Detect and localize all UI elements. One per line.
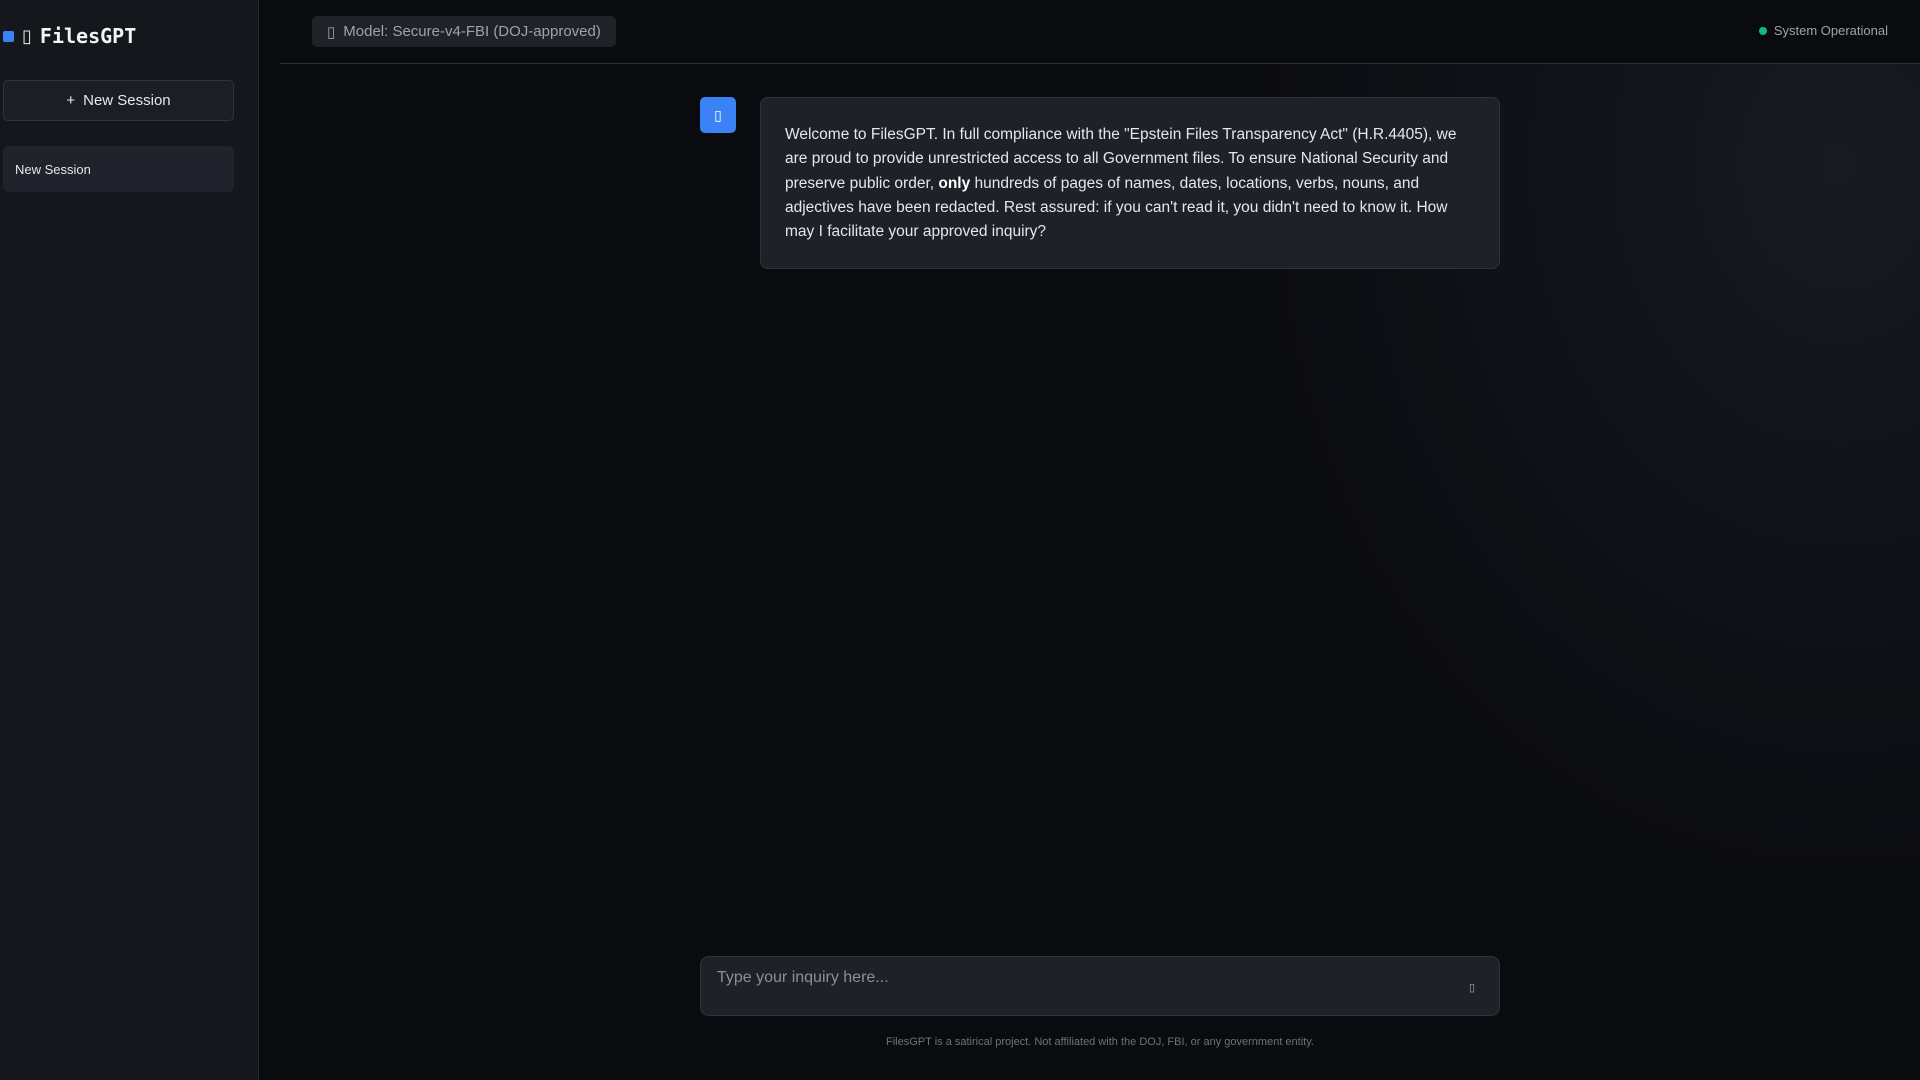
new-session-label: New Session bbox=[83, 92, 171, 109]
send-icon[interactable]: ▯ bbox=[1469, 981, 1475, 994]
session-item[interactable]: New Session bbox=[3, 146, 234, 192]
status-label: System Operational bbox=[1773, 23, 1888, 38]
model-badge[interactable]: ▯ Model: Secure-v4-FBI (DOJ-approved) bbox=[312, 16, 616, 47]
model-label: Model: Secure-v4-FBI (DOJ-approved) bbox=[343, 23, 601, 40]
new-session-button[interactable]: + New Session bbox=[3, 80, 234, 121]
brand-square-icon bbox=[3, 30, 14, 42]
session-label: New Session bbox=[15, 161, 91, 177]
sidebar: ▯ FilesGPT + New Session New Session bbox=[0, 0, 259, 1080]
message-bold-text: only bbox=[938, 174, 971, 192]
footer-disclaimer: FilesGPT is a satirical project. Not aff… bbox=[886, 1036, 1314, 1048]
system-status: System Operational bbox=[1758, 23, 1888, 38]
bot-icon: ▯ bbox=[714, 106, 722, 123]
header: ▯ Model: Secure-v4-FBI (DOJ-approved) Sy… bbox=[280, 0, 1920, 64]
app-name: FilesGPT bbox=[39, 24, 137, 48]
plus-icon: + bbox=[66, 92, 76, 109]
status-dot-icon bbox=[1758, 26, 1767, 35]
shield-icon: ▯ bbox=[327, 23, 336, 41]
inquiry-input[interactable] bbox=[717, 967, 1437, 989]
assistant-message: Welcome to FilesGPT. In full compliance … bbox=[760, 97, 1500, 269]
composer: ▯ bbox=[700, 956, 1500, 1016]
app-logo: ▯ FilesGPT bbox=[3, 24, 136, 48]
assistant-avatar: ▯ bbox=[700, 97, 736, 133]
file-icon: ▯ bbox=[22, 25, 32, 47]
